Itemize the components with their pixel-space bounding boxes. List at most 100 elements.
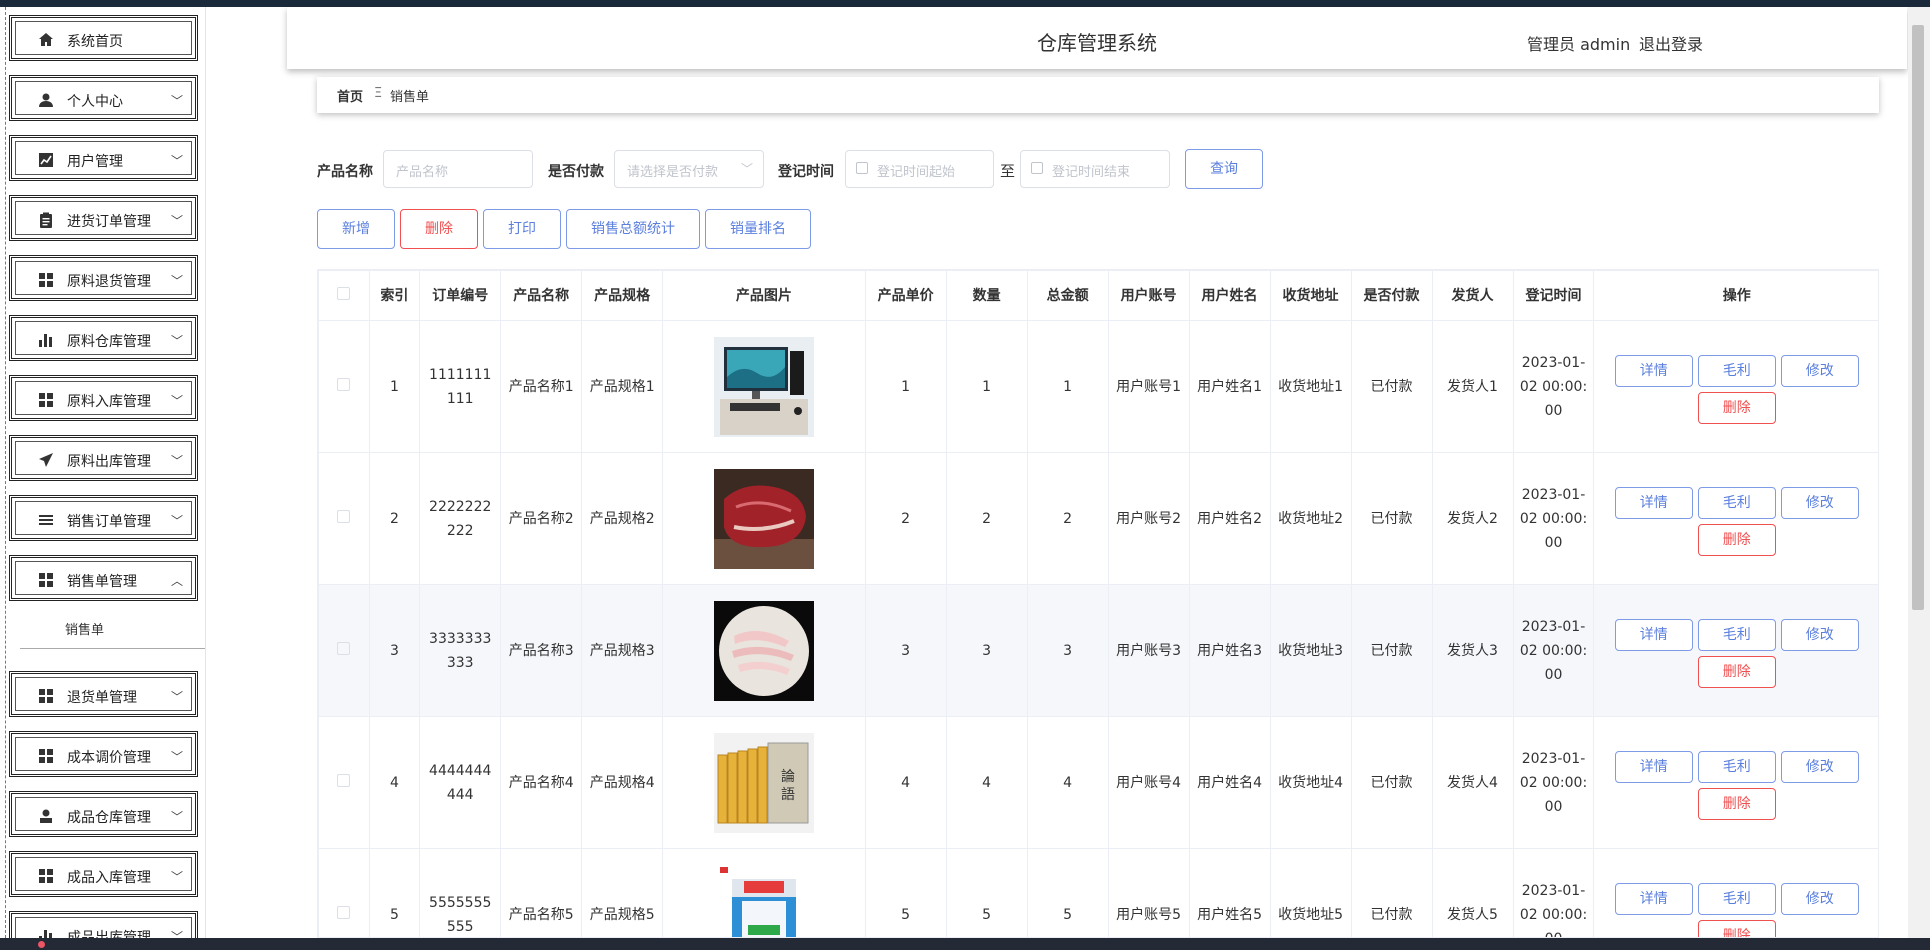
edit-button[interactable]: 修改: [1780, 354, 1859, 387]
table-row[interactable]: 3 3333333333 产品名称3 产品规格3 3 3 3 用户账号3 用户姓名3 收货地址3 已…: [318, 584, 1878, 717]
scrollbar-thumb[interactable]: [1912, 25, 1924, 610]
detail-button[interactable]: 详情: [1614, 354, 1693, 387]
cell-address: 收货地址3: [1269, 584, 1352, 717]
sidebar-item[interactable]: 原料退货管理 ﹀: [9, 255, 198, 301]
detail-button[interactable]: 详情: [1614, 750, 1693, 783]
breadcrumb-separator: Ξ: [374, 86, 383, 101]
time-end-input[interactable]: 登记时间结束: [1020, 150, 1170, 188]
cell-price: 1: [864, 320, 947, 453]
product-image-cell: [662, 584, 866, 717]
delete-button[interactable]: 删除: [1697, 391, 1776, 424]
cell-name: 产品名称4: [500, 716, 583, 849]
cell-account: 用户账号3: [1107, 584, 1190, 717]
delete-button[interactable]: 删除: [1697, 919, 1776, 937]
sidebar-item[interactable]: 成品出库管理 ﹀: [9, 911, 198, 938]
cell-order-no: 1111111111: [419, 320, 502, 453]
cell-username: 用户姓名4: [1188, 716, 1271, 849]
sidebar-item[interactable]: 进货订单管理 ﹀: [9, 195, 198, 241]
sidebar-item[interactable]: 系统首页: [9, 15, 198, 61]
profit-button[interactable]: 毛利: [1697, 618, 1776, 651]
svg-text:語: 語: [781, 787, 795, 803]
cell-name: 产品名称3: [500, 584, 583, 717]
select-all-cell: [318, 270, 370, 321]
table-header-row: 索引 订单编号 产品名称 产品规格 产品图片 产品单价 数量 总金额 用户账号 用户姓名 收货地址是…: [318, 270, 1878, 321]
breadcrumb-home[interactable]: 首页: [337, 86, 363, 105]
paid-label: 是否付款: [548, 164, 604, 180]
submenu-item-sales-order[interactable]: 销售单: [20, 610, 205, 649]
vertical-scrollbar[interactable]: [1908, 7, 1930, 938]
edit-button[interactable]: 修改: [1780, 486, 1859, 519]
sidebar-item[interactable]: 销售订单管理 ﹀: [9, 495, 198, 541]
sidebar-item[interactable]: 个人中心 ﹀: [9, 75, 198, 121]
chevron-down-icon: ﹀: [170, 870, 183, 884]
cell-total: 2: [1026, 452, 1109, 585]
product-name-input[interactable]: 产品名称: [383, 150, 533, 188]
sidebar-item[interactable]: 成品入库管理 ﹀: [9, 851, 198, 897]
chevron-down-icon: ﹀: [170, 454, 183, 468]
beef-image: [669, 468, 858, 569]
column-header: 操作: [1593, 270, 1878, 321]
detail-button[interactable]: 详情: [1614, 882, 1693, 915]
logout-link[interactable]: 退出登录: [1639, 31, 1703, 55]
sales-rank-button[interactable]: 销量排名: [705, 209, 811, 249]
cell-shipper: 发货人3: [1431, 584, 1514, 717]
batch-delete-button[interactable]: 删除: [400, 209, 478, 249]
row-checkbox[interactable]: [337, 509, 351, 523]
table-row[interactable]: 5 5555555555 产品名称5 产品规格5 5 5 5 用户账号5 用户姓名5 收货地址5 已…: [318, 848, 1878, 937]
list-icon: [38, 512, 54, 528]
edit-button[interactable]: 修改: [1780, 618, 1859, 651]
chevron-down-icon: ﹀: [170, 750, 183, 764]
cell-time: 2023-01-02 00:00:00: [1512, 716, 1595, 849]
sidebar-item[interactable]: 原料仓库管理 ﹀: [9, 315, 198, 361]
profit-button[interactable]: 毛利: [1697, 750, 1776, 783]
row-checkbox[interactable]: [337, 377, 351, 391]
cell-spec: 产品规格1: [581, 320, 664, 453]
select-all-checkbox[interactable]: [337, 286, 351, 300]
sidebar-item[interactable]: 成本调价管理 ﹀: [9, 731, 198, 777]
row-select-cell: [318, 320, 370, 453]
delete-button[interactable]: 删除: [1697, 655, 1776, 688]
profit-button[interactable]: 毛利: [1697, 486, 1776, 519]
sidebar-item-label: 成品仓库管理: [67, 810, 151, 826]
print-button[interactable]: 打印: [483, 209, 561, 249]
sidebar-item-label: 销售单管理: [67, 574, 137, 590]
edit-button[interactable]: 修改: [1780, 750, 1859, 783]
delete-button[interactable]: 删除: [1697, 787, 1776, 820]
cell-time: 2023-01-02 00:00:00: [1512, 320, 1595, 453]
chevron-down-icon: ﹀: [170, 514, 183, 528]
cell-shipper: 发货人4: [1431, 716, 1514, 849]
sidebar-item[interactable]: 成品仓库管理 ﹀: [9, 791, 198, 837]
cell-username: 用户姓名5: [1188, 848, 1271, 937]
cell-name: 产品名称2: [500, 452, 583, 585]
row-checkbox[interactable]: [337, 773, 351, 787]
time-start-input[interactable]: 登记时间起始: [845, 150, 994, 188]
profit-button[interactable]: 毛利: [1697, 882, 1776, 915]
sidebar-item[interactable]: 用户管理 ﹀: [9, 135, 198, 181]
sidebar-item-label: 进货订单管理: [67, 214, 151, 230]
sidebar-item[interactable]: 原料出库管理 ﹀: [9, 435, 198, 481]
sidebar-item[interactable]: 销售单管理 ︿: [9, 555, 198, 601]
product-image-cell: [662, 848, 866, 937]
query-button[interactable]: 查询: [1185, 149, 1263, 189]
column-header: 产品图片: [662, 270, 866, 321]
table-row[interactable]: 2 2222222222 产品名称2 产品规格2 2 2 2 用户账号2 用户姓名2 收货地址2 已…: [318, 452, 1878, 585]
cell-username: 用户姓名2: [1188, 452, 1271, 585]
delete-button[interactable]: 删除: [1697, 523, 1776, 556]
row-checkbox[interactable]: [337, 905, 351, 919]
sidebar-item[interactable]: 原料入库管理 ﹀: [9, 375, 198, 421]
row-checkbox[interactable]: [337, 641, 351, 655]
time-label: 登记时间: [778, 164, 834, 180]
paid-select[interactable]: 请选择是否付款 ﹀: [614, 150, 764, 188]
edit-button[interactable]: 修改: [1780, 882, 1859, 915]
table-row[interactable]: 1 1111111111 产品名称1 产品规格1 1 1 1 用户账号1 用户姓名1 收货地址1 已…: [318, 320, 1878, 453]
table-row[interactable]: 4 4444444444 产品名称4 产品规格4 論語 4 4 4 用户账号4 用户姓名4 收货地址…: [318, 716, 1878, 849]
chart-icon: [38, 152, 54, 168]
cell-address: 收货地址4: [1269, 716, 1352, 849]
bar-chart-icon: [38, 928, 54, 938]
profit-button[interactable]: 毛利: [1697, 354, 1776, 387]
add-button[interactable]: 新增: [317, 209, 395, 249]
sidebar-item[interactable]: 退货单管理 ﹀: [9, 671, 198, 717]
detail-button[interactable]: 详情: [1614, 618, 1693, 651]
detail-button[interactable]: 详情: [1614, 486, 1693, 519]
sales-total-stats-button[interactable]: 销售总额统计: [566, 209, 700, 249]
